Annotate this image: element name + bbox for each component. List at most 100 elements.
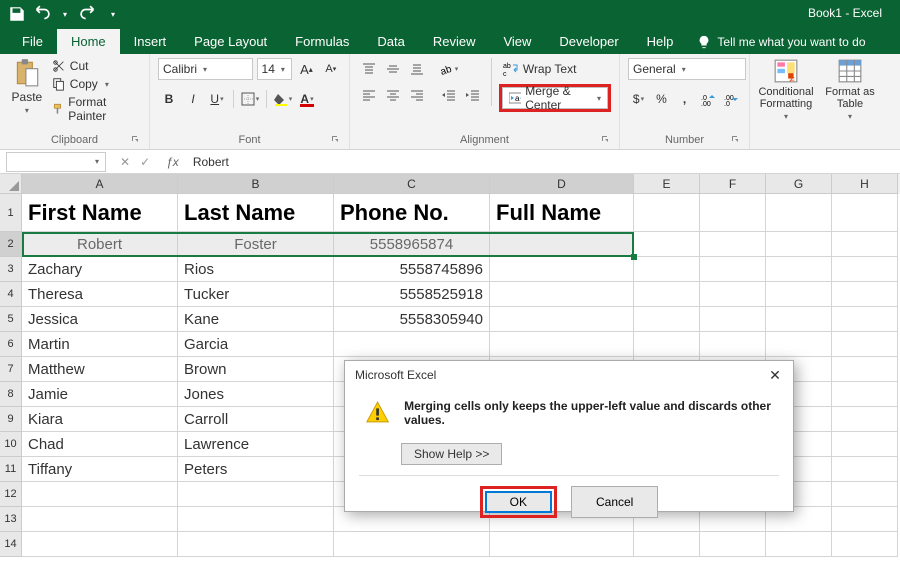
cell[interactable] [832, 432, 898, 457]
conditional-formatting-button[interactable]: ≠ Conditional Formatting▾ [758, 58, 814, 121]
cell-A7[interactable]: Matthew [22, 357, 178, 382]
cell[interactable] [766, 307, 832, 332]
formula-input[interactable]: Robert [187, 155, 900, 169]
qat-customize-icon[interactable]: ▾ [104, 5, 122, 23]
cell[interactable] [634, 307, 700, 332]
cancel-button[interactable]: Cancel [571, 486, 658, 518]
cell-A6[interactable]: Martin [22, 332, 178, 357]
cell-D4[interactable] [490, 282, 634, 307]
tab-formulas[interactable]: Formulas [281, 29, 363, 54]
cell[interactable] [634, 257, 700, 282]
cell-B12[interactable] [178, 482, 334, 507]
cell-D6[interactable] [490, 332, 634, 357]
cell-A8[interactable]: Jamie [22, 382, 178, 407]
copy-button[interactable]: Copy▾ [50, 76, 141, 92]
percent-button[interactable]: % [651, 88, 672, 110]
cell[interactable] [832, 482, 898, 507]
show-help-button[interactable]: Show Help >> [401, 443, 502, 465]
cell[interactable] [832, 232, 898, 257]
row-header-10[interactable]: 10 [0, 432, 22, 457]
cell-B6[interactable]: Garcia [178, 332, 334, 357]
cell-C14[interactable] [334, 532, 490, 557]
tab-file[interactable]: File [8, 29, 57, 54]
tab-home[interactable]: Home [57, 29, 120, 54]
cell-D14[interactable] [490, 532, 634, 557]
align-right-button[interactable] [406, 84, 428, 106]
cell[interactable] [766, 194, 832, 232]
cell[interactable] [832, 382, 898, 407]
cell[interactable] [832, 307, 898, 332]
cell-B10[interactable]: Lawrence [178, 432, 334, 457]
align-left-button[interactable] [358, 84, 380, 106]
cell-C3[interactable]: 5558745896 [334, 257, 490, 282]
row-header-13[interactable]: 13 [0, 507, 22, 532]
col-header-C[interactable]: C [334, 174, 490, 194]
cell-D1[interactable]: Full Name [490, 194, 634, 232]
cell-B11[interactable]: Peters [178, 457, 334, 482]
font-color-button[interactable]: A▾ [296, 88, 318, 110]
currency-button[interactable]: $▾ [628, 88, 649, 110]
row-header-4[interactable]: 4 [0, 282, 22, 307]
cell-B13[interactable] [178, 507, 334, 532]
cell-B5[interactable]: Kane [178, 307, 334, 332]
cell-B1[interactable]: Last Name [178, 194, 334, 232]
cell-B14[interactable] [178, 532, 334, 557]
cell-C4[interactable]: 5558525918 [334, 282, 490, 307]
row-header-8[interactable]: 8 [0, 382, 22, 407]
select-all-corner[interactable] [0, 174, 22, 194]
merge-center-button[interactable]: a Merge & Center ▾ [502, 87, 608, 109]
ok-button[interactable]: OK [485, 491, 552, 513]
undo-icon[interactable] [32, 5, 50, 23]
cell-B9[interactable]: Carroll [178, 407, 334, 432]
name-box[interactable]: ▾ [6, 152, 106, 172]
cell[interactable] [766, 332, 832, 357]
cell[interactable] [634, 332, 700, 357]
tab-page-layout[interactable]: Page Layout [180, 29, 281, 54]
bold-button[interactable]: B [158, 88, 180, 110]
tab-help[interactable]: Help [633, 29, 688, 54]
cell-D2[interactable] [490, 232, 634, 257]
cell[interactable] [634, 282, 700, 307]
col-header-H[interactable]: H [832, 174, 898, 194]
col-header-A[interactable]: A [22, 174, 178, 194]
cell-A4[interactable]: Theresa [22, 282, 178, 307]
row-header-5[interactable]: 5 [0, 307, 22, 332]
cell[interactable] [766, 232, 832, 257]
cell[interactable] [832, 194, 898, 232]
cell[interactable] [832, 532, 898, 557]
cell[interactable] [634, 532, 700, 557]
row-header-14[interactable]: 14 [0, 532, 22, 557]
dialog-close-button[interactable]: ✕ [767, 367, 783, 383]
decrease-font-button[interactable]: A▾ [321, 58, 341, 80]
wrap-text-button[interactable]: abc Wrap Text [499, 58, 611, 80]
format-painter-button[interactable]: Format Painter [50, 94, 141, 124]
cell-A5[interactable]: Jessica [22, 307, 178, 332]
decrease-indent-button[interactable] [438, 84, 460, 106]
row-header-1[interactable]: 1 [0, 194, 22, 232]
cell-A14[interactable] [22, 532, 178, 557]
fill-color-button[interactable]: ▾ [272, 88, 294, 110]
cell[interactable] [832, 407, 898, 432]
cell[interactable] [832, 332, 898, 357]
cell-A13[interactable] [22, 507, 178, 532]
cell-C5[interactable]: 5558305940 [334, 307, 490, 332]
font-size-combo[interactable]: 14▾ [257, 58, 293, 80]
redo-icon[interactable] [80, 5, 98, 23]
row-header-2[interactable]: 2 [0, 232, 22, 257]
cell[interactable] [832, 257, 898, 282]
borders-button[interactable]: ▾ [239, 88, 261, 110]
row-header-9[interactable]: 9 [0, 407, 22, 432]
cell-A10[interactable]: Chad [22, 432, 178, 457]
cell[interactable] [766, 282, 832, 307]
increase-indent-button[interactable] [462, 84, 484, 106]
paste-button[interactable]: Paste ▾ [8, 58, 46, 132]
align-middle-button[interactable] [382, 58, 404, 80]
row-header-6[interactable]: 6 [0, 332, 22, 357]
cell[interactable] [700, 194, 766, 232]
col-header-D[interactable]: D [490, 174, 634, 194]
cell-B3[interactable]: Rios [178, 257, 334, 282]
row-header-7[interactable]: 7 [0, 357, 22, 382]
col-header-G[interactable]: G [766, 174, 832, 194]
cell[interactable] [700, 232, 766, 257]
cell-A9[interactable]: Kiara [22, 407, 178, 432]
